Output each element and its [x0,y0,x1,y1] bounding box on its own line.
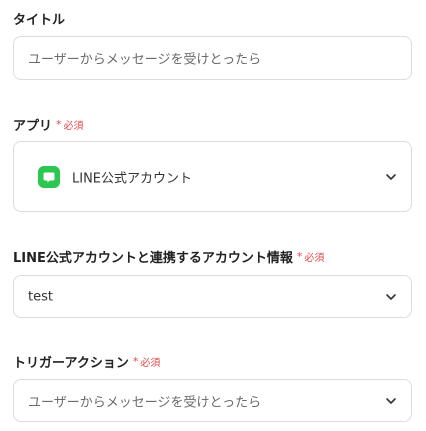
line-app-icon [38,165,60,188]
required-badge: * 必須 [133,354,161,369]
trigger-select[interactable]: ユーザーからメッセージを受けとったら [13,379,412,422]
trigger-label: トリガーアクション * 必須 [13,352,160,371]
required-star: * [56,118,62,131]
required-badge: * 必須 [56,117,84,132]
app-select-value: LINE公式アカウント [72,171,193,186]
chevron-down-icon [386,173,396,180]
required-star: * [296,250,303,263]
required-text: 必須 [140,358,161,369]
account-label-text: LINE公式アカウントと連携するアカウント情報 [13,251,293,266]
required-star: * [132,355,139,368]
chevron-down-icon [386,397,396,404]
trigger-select-value: ユーザーからメッセージを受けとったら [28,395,262,410]
title-input-text: ユーザーからメッセージを受けとったら [28,52,262,68]
account-select[interactable]: test [13,275,412,318]
account-select-value: test [28,289,53,304]
required-text: 必須 [304,253,325,264]
app-label: アプリ * 必須 [13,115,84,134]
account-label: LINE公式アカウントと連携するアカウント情報 * 必須 [13,247,324,266]
required-text: 必須 [63,121,84,132]
app-label-text: アプリ [13,119,53,134]
title-input[interactable]: ユーザーからメッセージを受けとったら [13,36,412,80]
title-label-text: タイトル [13,13,66,28]
required-badge: * 必須 [297,249,325,264]
trigger-label-text: トリガーアクション [13,356,129,371]
app-select[interactable]: LINE公式アカウント [13,141,412,212]
chevron-down-icon [386,293,396,300]
title-label: タイトル [13,9,65,28]
